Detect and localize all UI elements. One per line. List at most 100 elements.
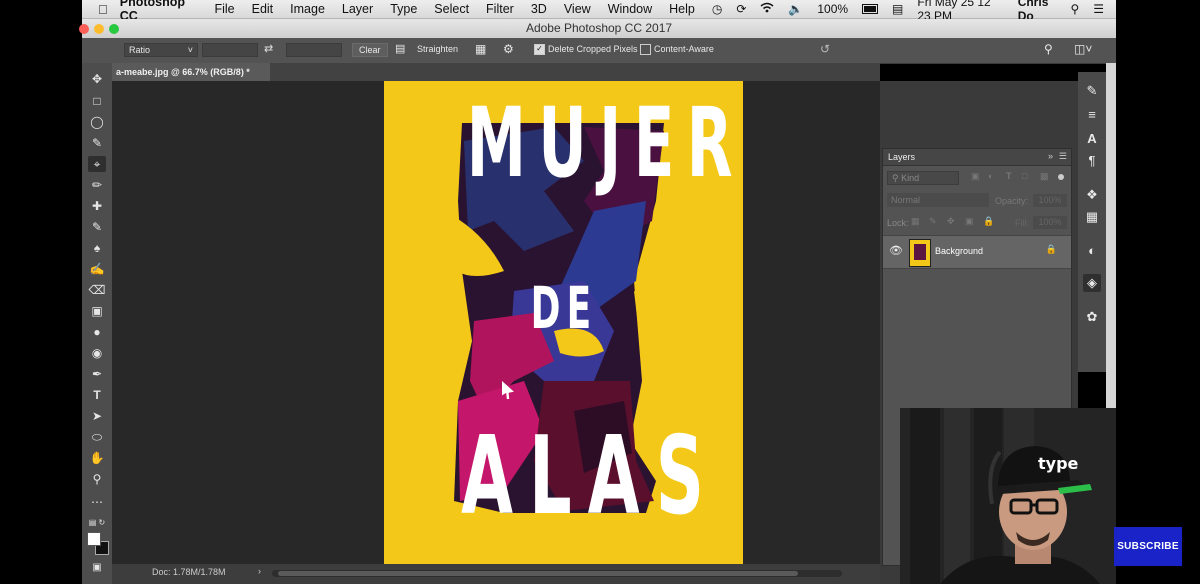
- wifi-icon[interactable]: [760, 2, 774, 16]
- layers-panel-title[interactable]: Layers: [888, 152, 915, 162]
- character-panel-icon[interactable]: A: [1083, 130, 1101, 148]
- libraries-panel-icon[interactable]: ✿: [1083, 308, 1101, 326]
- scroll-thumb[interactable]: [278, 571, 798, 576]
- fill-field[interactable]: 100%: [1033, 216, 1067, 229]
- search-icon[interactable]: ⚲: [1044, 43, 1060, 57]
- volume-icon[interactable]: 🔈: [788, 2, 803, 16]
- zoom-tool-icon[interactable]: ⚲: [88, 471, 106, 487]
- history-brush-tool-icon[interactable]: ✍: [88, 261, 106, 277]
- crop-tool-icon[interactable]: ⌖: [88, 156, 106, 172]
- filter-type-icon[interactable]: T: [1006, 171, 1012, 181]
- straighten-icon[interactable]: ▤: [395, 43, 411, 57]
- eye-visibility-icon[interactable]: 👁: [889, 244, 903, 257]
- menu-view[interactable]: View: [564, 2, 591, 16]
- spotlight-search-icon[interactable]: ⚲: [1070, 2, 1079, 16]
- filter-smart-icon[interactable]: ▩: [1040, 171, 1049, 182]
- straighten-button[interactable]: Straighten: [417, 43, 458, 57]
- apple-icon[interactable]: : [98, 2, 108, 17]
- close-window-button[interactable]: [79, 24, 89, 34]
- filter-pixel-icon[interactable]: ▣: [971, 171, 980, 182]
- status-arrow-icon[interactable]: ›: [258, 566, 261, 576]
- healing-brush-tool-icon[interactable]: ✚: [88, 198, 106, 214]
- dodge-tool-icon[interactable]: ◉: [88, 345, 106, 361]
- reset-icon[interactable]: ↺: [820, 43, 836, 57]
- shape-tool-icon[interactable]: ⬭: [88, 429, 106, 445]
- lasso-tool-icon[interactable]: ◯: [88, 114, 106, 130]
- gear-icon[interactable]: ⚙: [503, 43, 519, 57]
- ratio-height-field[interactable]: [286, 43, 342, 57]
- filter-shape-icon[interactable]: □: [1022, 171, 1027, 181]
- sync-icon[interactable]: ⟳: [736, 2, 746, 16]
- document-tab[interactable]: a-meabe.jpg @ 66.7% (RGB/8) *: [112, 63, 270, 81]
- menu-help[interactable]: Help: [669, 2, 695, 16]
- menu-select[interactable]: Select: [434, 2, 469, 16]
- eyedropper-tool-icon[interactable]: ✏: [88, 177, 106, 193]
- quick-mask-icon[interactable]: ▣: [88, 560, 106, 576]
- eraser-tool-icon[interactable]: ⌫: [88, 282, 106, 298]
- path-select-tool-icon[interactable]: ➤: [88, 408, 106, 424]
- adjustments-panel-icon[interactable]: ≡: [1083, 106, 1101, 124]
- menu-edit[interactable]: Edit: [252, 2, 274, 16]
- grid-overlay-icon[interactable]: ▦: [475, 43, 491, 57]
- delete-cropped-checkbox[interactable]: ✓ Delete Cropped Pixels: [534, 43, 638, 57]
- blend-mode-select[interactable]: Normal: [887, 193, 989, 207]
- menu-image[interactable]: Image: [290, 2, 325, 16]
- lock-pixels-icon[interactable]: ✎: [929, 216, 937, 227]
- menu-layer[interactable]: Layer: [342, 2, 373, 16]
- ratio-select[interactable]: Ratio ˅: [124, 43, 198, 57]
- collapse-icon[interactable]: »: [1048, 151, 1053, 161]
- lock-transparent-icon[interactable]: ▦: [911, 216, 920, 227]
- poster-artwork[interactable]: MUJER DE ALAS: [384, 81, 743, 564]
- gradient-tool-icon[interactable]: ▣: [88, 303, 106, 319]
- brush-panel-icon[interactable]: ✎: [1083, 82, 1101, 100]
- window-scrollbar[interactable]: [1106, 63, 1116, 408]
- clear-button[interactable]: Clear: [352, 43, 388, 57]
- type-tool-icon[interactable]: T: [88, 387, 106, 403]
- layers-panel-icon[interactable]: ◈: [1083, 274, 1101, 292]
- layer-filter-kind[interactable]: ⚲ Kind: [887, 171, 959, 185]
- menu-3d[interactable]: 3D: [531, 2, 547, 16]
- channels-panel-icon[interactable]: ▦: [1083, 208, 1101, 226]
- time-machine-icon[interactable]: ◷: [712, 2, 722, 16]
- brush-tool-icon[interactable]: ✎: [88, 219, 106, 235]
- menu-file[interactable]: File: [214, 2, 234, 16]
- quick-select-tool-icon[interactable]: ✎: [88, 135, 106, 151]
- pen-tool-icon[interactable]: ✒: [88, 366, 106, 382]
- poster-title-line2: DE: [530, 274, 598, 342]
- horizontal-scrollbar[interactable]: [272, 570, 842, 577]
- menu-window[interactable]: Window: [608, 2, 652, 16]
- minimize-window-button[interactable]: [94, 24, 104, 34]
- layer-row-background[interactable]: 👁 Background 🔒: [883, 235, 1071, 269]
- blur-tool-icon[interactable]: ●: [88, 324, 106, 340]
- filter-toggle-icon[interactable]: [1058, 174, 1064, 180]
- opacity-field[interactable]: 100%: [1033, 194, 1067, 207]
- menu-filter[interactable]: Filter: [486, 2, 514, 16]
- subscribe-button[interactable]: SUBSCRIBE: [1114, 527, 1182, 566]
- marquee-tool-icon[interactable]: □: [88, 93, 106, 109]
- layer-thumbnail: [909, 239, 931, 267]
- 3d-panel-icon[interactable]: ❖: [1083, 186, 1101, 204]
- default-colors-icon[interactable]: ▤ ↻: [88, 515, 106, 531]
- clone-stamp-tool-icon[interactable]: ♠: [88, 240, 106, 256]
- lock-all-icon[interactable]: 🔒: [983, 216, 994, 227]
- notification-icon[interactable]: ▤: [892, 2, 903, 16]
- lock-position-icon[interactable]: ✥: [947, 216, 955, 227]
- color-panel-icon[interactable]: ◐: [1083, 242, 1101, 260]
- panel-menu-icon[interactable]: ☰: [1059, 151, 1067, 162]
- swap-icon[interactable]: ⇄: [264, 43, 278, 57]
- notification-center-icon[interactable]: ☰: [1093, 2, 1104, 16]
- ratio-width-field[interactable]: [202, 43, 258, 57]
- foreground-color-swatch[interactable]: [87, 532, 101, 546]
- workspace-icon[interactable]: ◫˅: [1074, 43, 1096, 57]
- hand-tool-icon[interactable]: ✋: [88, 450, 106, 466]
- more-tools-icon[interactable]: ⋯: [88, 494, 106, 510]
- move-tool-icon[interactable]: ✥: [88, 71, 106, 87]
- menu-type[interactable]: Type: [390, 2, 417, 16]
- lock-artboard-icon[interactable]: ▣: [965, 216, 974, 227]
- content-aware-checkbox[interactable]: Content-Aware: [640, 43, 714, 57]
- filter-adjustment-icon[interactable]: ◐: [988, 171, 993, 181]
- paragraph-panel-icon[interactable]: ¶: [1083, 152, 1101, 170]
- layer-name[interactable]: Background: [935, 246, 983, 256]
- battery-icon[interactable]: [862, 4, 879, 14]
- zoom-window-button[interactable]: [109, 24, 119, 34]
